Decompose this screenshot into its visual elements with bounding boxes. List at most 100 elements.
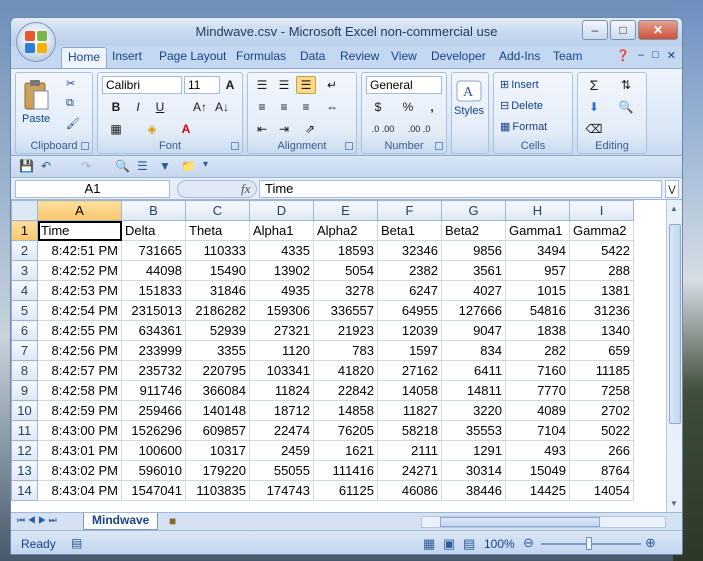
row-header[interactable]: 9 xyxy=(11,380,38,401)
cell[interactable]: 4027 xyxy=(441,280,506,301)
cell[interactable]: 220795 xyxy=(185,360,250,381)
cell[interactable]: 783 xyxy=(313,340,378,361)
cell[interactable]: 911746 xyxy=(121,380,186,401)
cell[interactable]: 3561 xyxy=(441,260,506,281)
cell[interactable]: 64955 xyxy=(377,300,442,321)
align-left-icon[interactable]: ≡ xyxy=(252,98,272,116)
row-header[interactable]: 12 xyxy=(11,440,38,461)
tab-developer[interactable]: Developer xyxy=(431,49,486,63)
open-folder-icon[interactable]: 📁 xyxy=(181,159,196,173)
cell[interactable]: 1291 xyxy=(441,440,506,461)
tab-data[interactable]: Data xyxy=(300,49,325,63)
cell[interactable]: 957 xyxy=(505,260,570,281)
cell[interactable]: 634361 xyxy=(121,320,186,341)
cell[interactable]: 100600 xyxy=(121,440,186,461)
row-header[interactable]: 14 xyxy=(11,480,38,501)
cell[interactable]: 282 xyxy=(505,340,570,361)
cell[interactable]: Beta1 xyxy=(377,220,442,241)
cell[interactable]: 44098 xyxy=(121,260,186,281)
name-box[interactable]: A1 xyxy=(15,180,170,198)
column-header[interactable]: E xyxy=(313,200,378,221)
cell[interactable]: 8:42:59 PM xyxy=(37,400,122,421)
cell[interactable]: 18712 xyxy=(249,400,314,421)
redo-icon[interactable]: ↷ xyxy=(81,159,91,173)
cell[interactable]: 7770 xyxy=(505,380,570,401)
cell[interactable]: Alpha1 xyxy=(249,220,314,241)
cell[interactable]: 13902 xyxy=(249,260,314,281)
cell[interactable]: 151833 xyxy=(121,280,186,301)
cell[interactable]: 22474 xyxy=(249,420,314,441)
bold-button[interactable]: B xyxy=(106,98,126,116)
insert-function-button[interactable]: fx xyxy=(241,181,250,197)
cell[interactable]: 2186282 xyxy=(185,300,250,321)
cell[interactable]: 8:42:56 PM xyxy=(37,340,122,361)
align-center-icon[interactable]: ≡ xyxy=(274,98,294,116)
cell[interactable]: 8:42:54 PM xyxy=(37,300,122,321)
cell[interactable]: 233999 xyxy=(121,340,186,361)
cell[interactable]: 103341 xyxy=(249,360,314,381)
cell[interactable]: Gamma1 xyxy=(505,220,570,241)
percent-button[interactable]: % xyxy=(398,98,418,116)
decrease-font-icon[interactable]: A↓ xyxy=(212,98,232,116)
grow-font-icon[interactable]: A xyxy=(220,76,240,94)
cell[interactable]: 2382 xyxy=(377,260,442,281)
cell[interactable]: 14858 xyxy=(313,400,378,421)
cell[interactable]: 336557 xyxy=(313,300,378,321)
row-header[interactable]: 6 xyxy=(11,320,38,341)
column-header[interactable]: I xyxy=(569,200,634,221)
office-button[interactable] xyxy=(16,22,56,62)
zoom-slider-thumb[interactable] xyxy=(586,537,592,550)
column-header[interactable]: G xyxy=(441,200,506,221)
cell[interactable]: 8:43:02 PM xyxy=(37,460,122,481)
cell[interactable]: 731665 xyxy=(121,240,186,261)
increase-font-icon[interactable]: A↑ xyxy=(190,98,210,116)
decrease-decimal-button[interactable]: .00 .0 xyxy=(402,120,436,138)
cell[interactable]: 1621 xyxy=(313,440,378,461)
cell[interactable]: Time xyxy=(37,220,122,241)
cell[interactable]: 52939 xyxy=(185,320,250,341)
find-select-icon[interactable]: 🔍 xyxy=(616,98,636,116)
tab-add-ins[interactable]: Add-Ins xyxy=(499,49,540,63)
vertical-scrollbar[interactable]: ▲ ▼ xyxy=(666,200,682,512)
delete-cells-button[interactable]: ⊟ Delete xyxy=(500,99,543,113)
cell[interactable]: 8:43:00 PM xyxy=(37,420,122,441)
customize-qat-icon[interactable]: ▾ xyxy=(203,159,208,170)
cell[interactable]: 8:43:04 PM xyxy=(37,480,122,501)
cell[interactable]: 127666 xyxy=(441,300,506,321)
cell[interactable]: 5054 xyxy=(313,260,378,281)
borders-icon[interactable]: ▦ xyxy=(106,120,126,138)
cell[interactable]: 8:42:51 PM xyxy=(37,240,122,261)
cell[interactable]: 7160 xyxy=(505,360,570,381)
row-header[interactable]: 2 xyxy=(11,240,38,261)
cell[interactable]: 5022 xyxy=(569,420,634,441)
sheet-tab-mindwave[interactable]: Mindwave xyxy=(83,513,159,530)
cell[interactable]: 174743 xyxy=(249,480,314,501)
sort-filter-icon[interactable]: ⇅ xyxy=(616,76,636,94)
cell[interactable]: 266 xyxy=(569,440,634,461)
zoom-out-icon[interactable]: ⊖ xyxy=(523,535,534,551)
cell[interactable]: 4089 xyxy=(505,400,570,421)
row-header[interactable]: 11 xyxy=(11,420,38,441)
cell[interactable]: 24271 xyxy=(377,460,442,481)
scroll-down-icon[interactable]: ▼ xyxy=(670,499,678,508)
cell[interactable]: 659 xyxy=(569,340,634,361)
cell[interactable]: Theta xyxy=(185,220,250,241)
cell[interactable]: 6247 xyxy=(377,280,442,301)
row-header[interactable]: 3 xyxy=(11,260,38,281)
underline-button[interactable]: U xyxy=(150,98,170,116)
number-launcher-icon[interactable] xyxy=(435,142,443,150)
paste-button[interactable]: Paste xyxy=(22,79,50,125)
format-cells-button[interactable]: ▦ Format xyxy=(500,120,547,134)
orientation-icon[interactable]: ⇗ xyxy=(300,120,320,138)
cell[interactable]: 1340 xyxy=(569,320,634,341)
font-color-icon[interactable]: A xyxy=(176,120,196,138)
cell[interactable]: 3355 xyxy=(185,340,250,361)
tab-home[interactable]: Home xyxy=(61,47,108,68)
cell[interactable]: 1547041 xyxy=(121,480,186,501)
cell[interactable]: 4335 xyxy=(249,240,314,261)
number-format-select[interactable]: General xyxy=(366,76,442,94)
cell[interactable]: 288 xyxy=(569,260,634,281)
column-header[interactable]: D xyxy=(249,200,314,221)
align-middle-icon[interactable]: ☰ xyxy=(274,76,294,94)
macro-record-icon[interactable]: ▤ xyxy=(71,536,82,550)
